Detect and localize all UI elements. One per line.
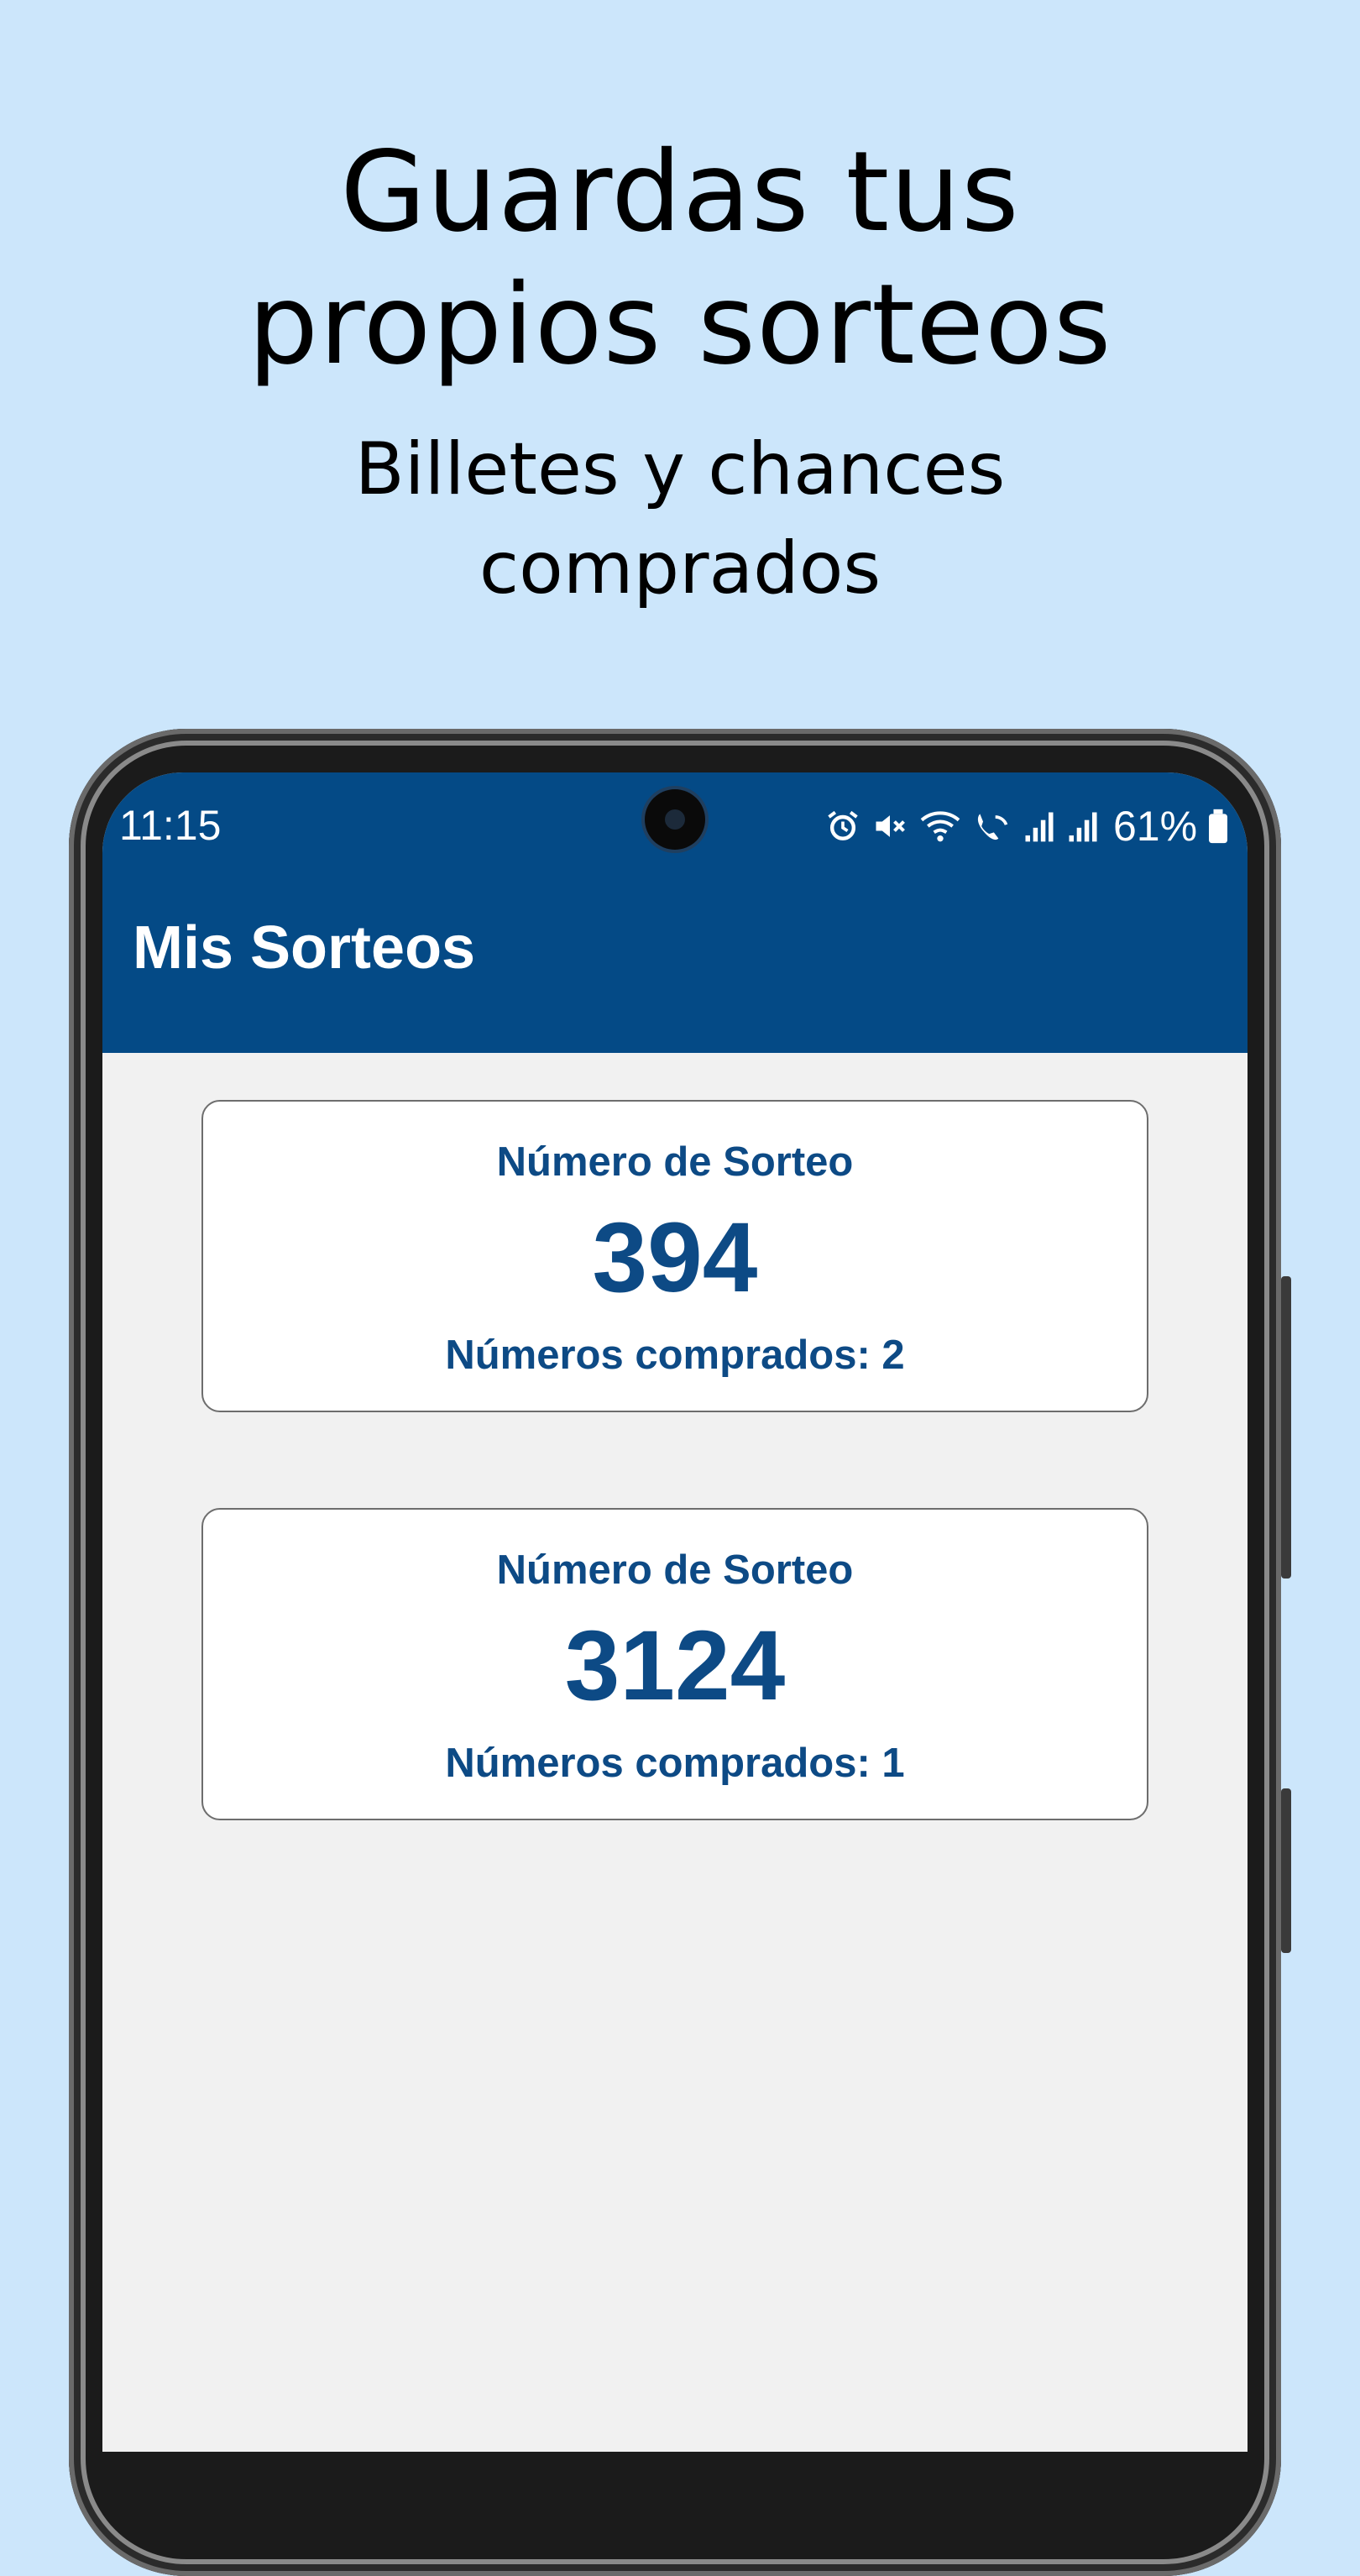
phone-power-button xyxy=(1281,1788,1291,1953)
promo-title: Guardas tus propios sorteos xyxy=(0,126,1360,391)
purchased-count: Números comprados: 1 xyxy=(445,1741,905,1786)
battery-icon xyxy=(1207,808,1229,845)
front-camera xyxy=(645,789,705,850)
app-bar-title: Mis Sorteos xyxy=(133,914,476,982)
app-bar: 11:15 61% Mis Sorteos xyxy=(102,772,1248,1053)
status-time: 11:15 xyxy=(119,802,222,849)
signal-icon xyxy=(1023,808,1056,845)
promo-subtitle-line-1: Billetes y chances xyxy=(354,427,1006,511)
wifi-icon xyxy=(918,808,962,845)
draw-card[interactable]: Número de Sorteo 3124 Números comprados:… xyxy=(201,1508,1148,1820)
alarm-icon xyxy=(824,808,861,845)
phone-volume-button xyxy=(1281,1276,1291,1579)
draw-number: 3124 xyxy=(564,1610,786,1721)
draw-number: 394 xyxy=(592,1202,758,1313)
promo-subtitle-line-2: comprados xyxy=(479,526,881,610)
status-icons: 61% xyxy=(824,803,1229,850)
promo-title-line-2: propios sorteos xyxy=(248,260,1112,390)
purchased-count: Números comprados: 2 xyxy=(445,1333,905,1378)
promo-title-line-1: Guardas tus xyxy=(340,128,1020,257)
draw-card[interactable]: Número de Sorteo 394 Números comprados: … xyxy=(201,1100,1148,1412)
battery-percent: 61% xyxy=(1113,803,1198,850)
mute-icon xyxy=(871,808,908,845)
signal-icon xyxy=(1066,808,1100,845)
draw-number-label: Número de Sorteo xyxy=(496,1547,854,1593)
phone-screen: 11:15 61% Mis Sorteos Número de Sorteo 3… xyxy=(102,772,1248,2452)
draw-number-label: Número de Sorteo xyxy=(496,1139,854,1185)
wifi-call-icon xyxy=(972,808,1012,845)
promo-subtitle: Billetes y chances comprados xyxy=(0,420,1360,618)
